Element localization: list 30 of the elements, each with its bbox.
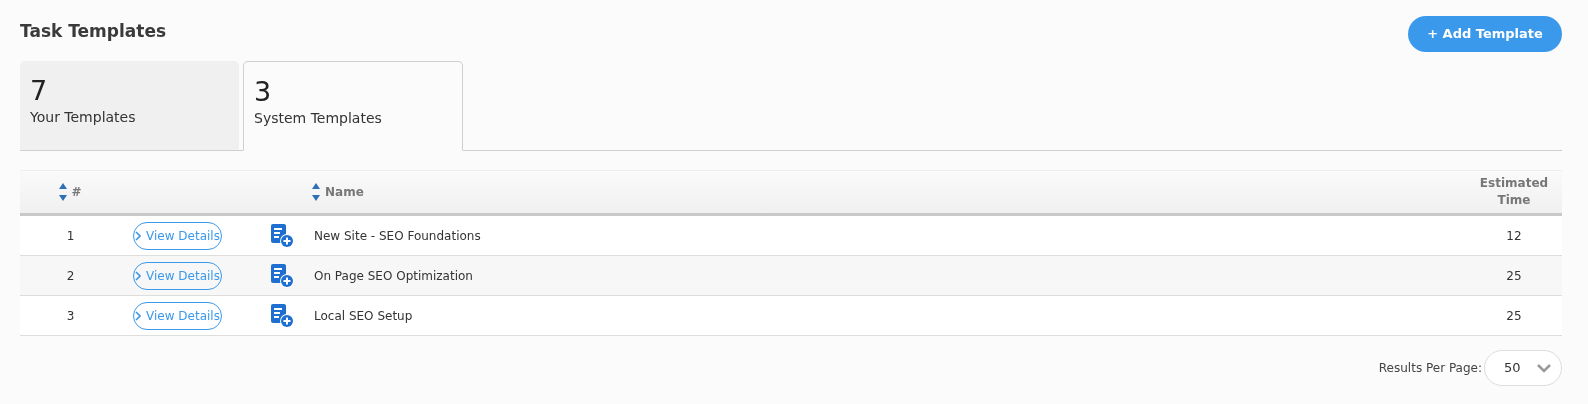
estimated-time: 25 (1506, 307, 1522, 325)
results-per-page-label: Results Per Page: (1378, 360, 1482, 377)
chevron-right-icon (135, 230, 142, 241)
row-number: 1 (66, 227, 75, 245)
add-document-icon[interactable] (269, 302, 295, 329)
column-header: # (71, 184, 82, 201)
sort-icon[interactable] (59, 182, 68, 202)
view-details-button[interactable]: View Details (133, 221, 222, 250)
add-template-button[interactable]: + Add Template (1408, 16, 1562, 52)
tab[interactable]: 3 System Templates (243, 61, 463, 151)
chevron-right-icon (135, 270, 142, 281)
estimated-time: 25 (1506, 267, 1522, 285)
chevron-down-icon (1537, 363, 1551, 373)
estimated-time: 12 (1506, 227, 1522, 245)
column-header: Name (325, 184, 364, 201)
page-size-select[interactable]: 50 (1484, 350, 1562, 386)
tab[interactable]: 7 Your Templates (20, 61, 239, 150)
sort-icon[interactable] (312, 182, 320, 202)
template-name: Local SEO Setup (314, 308, 413, 323)
add-document-icon[interactable] (269, 262, 295, 289)
template-name: New Site - SEO Foundations (314, 228, 481, 243)
row-number: 3 (66, 307, 75, 325)
column-header: Estimated Time (1478, 175, 1550, 209)
chevron-right-icon (135, 310, 142, 321)
row-number: 2 (66, 267, 75, 285)
template-name: On Page SEO Optimization (314, 268, 473, 283)
view-details-button[interactable]: View Details (133, 261, 222, 290)
add-document-icon[interactable] (269, 222, 295, 249)
view-details-button[interactable]: View Details (133, 301, 222, 330)
page-title: Task Templates (20, 20, 167, 43)
